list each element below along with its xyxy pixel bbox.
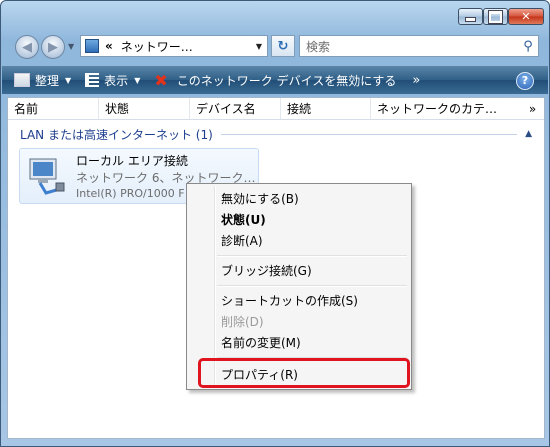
view-label: 表示 bbox=[104, 73, 129, 88]
address-dropdown-icon[interactable]: ▼ bbox=[251, 42, 267, 51]
refresh-icon: ↻ bbox=[277, 38, 289, 54]
search-input[interactable]: 検索 ⚲ bbox=[299, 35, 539, 57]
group-label: LAN または高速インターネット (1) bbox=[20, 127, 213, 142]
item-name: ローカル エリア接続 bbox=[76, 154, 188, 168]
view-icon bbox=[85, 73, 100, 87]
recent-pages-dropdown-icon[interactable]: ▼ bbox=[68, 42, 74, 51]
item-device: Intel(R) PRO/1000 F bbox=[76, 187, 185, 200]
collapse-icon[interactable]: ▲ bbox=[525, 129, 532, 139]
menu-item-diagnose[interactable]: 診断(A) bbox=[221, 231, 263, 251]
search-placeholder: 検索 bbox=[306, 39, 331, 54]
group-divider bbox=[220, 133, 518, 135]
column-name[interactable]: 名前 bbox=[8, 98, 99, 119]
view-button[interactable]: 表示 ▼ bbox=[81, 66, 144, 94]
column-header: 名前 状態 デバイス名 接続 ネットワークのカテ… » bbox=[8, 98, 544, 120]
more-columns-button[interactable]: » bbox=[521, 102, 544, 116]
maximize-icon bbox=[489, 10, 502, 23]
disable-device-label: このネットワーク デバイスを無効にする bbox=[176, 73, 397, 88]
network-adapter-icon bbox=[29, 158, 65, 195]
refresh-button[interactable]: ↻ bbox=[271, 35, 295, 57]
menu-item-disable[interactable]: 無効にする(B) bbox=[221, 189, 299, 209]
back-button[interactable]: ◀ bbox=[15, 35, 39, 59]
menu-separator bbox=[217, 285, 407, 287]
column-connectivity[interactable]: 接続 bbox=[281, 98, 371, 119]
menu-item-delete: 削除(D) bbox=[221, 315, 264, 329]
organize-icon bbox=[14, 73, 30, 87]
menu-separator bbox=[217, 255, 407, 257]
menu-item-rename[interactable]: 名前の変更(M) bbox=[221, 333, 301, 353]
properties-highlight-box bbox=[198, 358, 410, 388]
close-icon: ✕ bbox=[521, 10, 531, 23]
address-path[interactable]: ネットワー… bbox=[121, 38, 251, 55]
search-icon[interactable]: ⚲ bbox=[518, 39, 538, 54]
disable-device-button[interactable]: ✖ このネットワーク デバイスを無効にする bbox=[150, 66, 400, 94]
minimize-icon bbox=[465, 17, 476, 22]
more-commands-button[interactable]: » bbox=[408, 66, 424, 94]
maximize-button[interactable] bbox=[483, 8, 508, 25]
group-header[interactable]: LAN または高速インターネット (1) ▲ bbox=[20, 126, 532, 142]
organize-button[interactable]: 整理 ▼ bbox=[10, 66, 75, 94]
menu-gutter bbox=[214, 186, 216, 387]
menu-item-bridge[interactable]: ブリッジ接続(G) bbox=[221, 261, 312, 281]
minimize-button[interactable] bbox=[458, 8, 483, 25]
menu-item-status[interactable]: 状態(U) bbox=[221, 210, 266, 230]
back-arrow-icon: ◀ bbox=[22, 39, 32, 55]
forward-arrow-icon: ▶ bbox=[48, 39, 58, 55]
close-button[interactable]: ✕ bbox=[508, 8, 544, 25]
red-x-icon: ✖ bbox=[154, 70, 168, 90]
network-connections-icon bbox=[85, 39, 99, 53]
menu-item-create-shortcut[interactable]: ショートカットの作成(S) bbox=[221, 291, 358, 311]
command-bar: 整理 ▼ 表示 ▼ ✖ このネットワーク デバイスを無効にする » ? bbox=[2, 66, 548, 94]
column-status[interactable]: 状態 bbox=[99, 98, 190, 119]
address-chevron[interactable]: « bbox=[105, 39, 113, 53]
organize-label: 整理 bbox=[35, 73, 60, 88]
column-device-name[interactable]: デバイス名 bbox=[190, 98, 281, 119]
address-bar[interactable]: « ネットワー… ▼ bbox=[80, 35, 268, 57]
forward-button[interactable]: ▶ bbox=[41, 35, 65, 59]
column-network-category[interactable]: ネットワークのカテ… bbox=[371, 98, 521, 119]
help-icon[interactable]: ? bbox=[516, 72, 534, 90]
chevron-down-icon: ▼ bbox=[134, 75, 141, 85]
chevron-down-icon: ▼ bbox=[65, 75, 72, 85]
